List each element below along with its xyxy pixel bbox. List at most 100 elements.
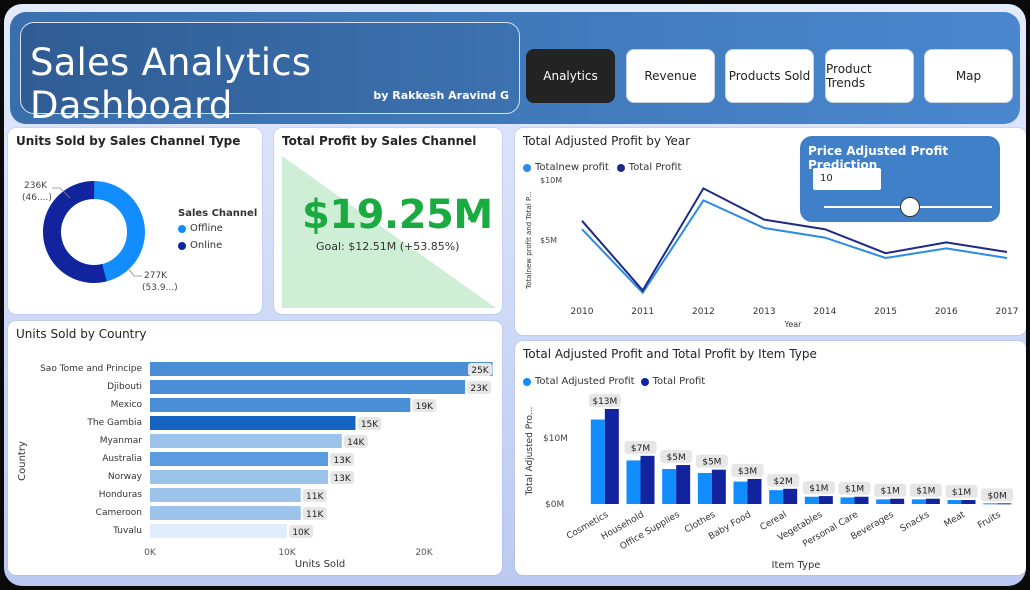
country-bar[interactable] xyxy=(150,362,493,376)
country-bar[interactable] xyxy=(150,416,356,430)
check-icon: ✓ xyxy=(466,210,477,224)
item-bar-chart: Total Adjusted Pro... Item Type $10M $0M $… xyxy=(525,393,1014,571)
item-y-axis-label: Total Adjusted Pro... xyxy=(525,407,535,497)
country-x-tick: 20K xyxy=(415,548,433,558)
year-x-tick: 2012 xyxy=(692,307,715,317)
adjusted-profit-bar[interactable] xyxy=(733,481,748,504)
country-bar[interactable] xyxy=(150,398,411,412)
online-pct-label: (53.9...) xyxy=(142,283,178,293)
year-x-tick: 2010 xyxy=(571,307,594,317)
year-x-tick: 2011 xyxy=(631,307,654,317)
item-value-label: $1M xyxy=(916,487,935,497)
total-profit-bar[interactable] xyxy=(818,496,833,504)
country-bar[interactable] xyxy=(150,506,301,520)
item-category-label: Snacks xyxy=(899,510,932,535)
nav-product-trends-button[interactable]: Product Trends xyxy=(825,49,914,103)
item-value-label: $13M xyxy=(592,397,617,407)
total-profit-bar[interactable] xyxy=(997,503,1012,505)
country-label: Australia xyxy=(102,454,142,464)
total-profit-bar[interactable] xyxy=(747,478,762,504)
legend-online[interactable]: Online xyxy=(178,240,257,251)
country-bar[interactable] xyxy=(150,380,466,394)
country-value-label: 15K xyxy=(361,420,379,430)
total-profit-bar[interactable] xyxy=(854,496,869,504)
item-value-label: $3M xyxy=(738,467,757,477)
item-value-label: $1M xyxy=(845,485,864,495)
year-x-tick: 2016 xyxy=(935,307,958,317)
total-profit-bar[interactable] xyxy=(604,408,619,504)
country-bar[interactable] xyxy=(150,524,287,538)
online-dot-icon xyxy=(178,241,186,250)
adjusted-profit-bar[interactable] xyxy=(840,497,855,504)
country-bar[interactable] xyxy=(150,470,329,484)
donut-legend-title: Sales Channel xyxy=(178,208,258,219)
adjusted-profit-bar[interactable] xyxy=(911,499,926,504)
year-y-tick: $10M xyxy=(540,176,562,185)
country-bar[interactable] xyxy=(150,452,329,466)
item-value-label: $5M xyxy=(702,458,721,468)
country-value-label: 13K xyxy=(333,456,351,466)
adjusted-profit-bar[interactable] xyxy=(662,469,677,504)
item-x-axis-label: Item Type xyxy=(772,560,821,571)
profit-by-year-card: Total Adjusted Profit by Year Totalnew p… xyxy=(515,128,1026,335)
nav-revenue-button[interactable]: Revenue xyxy=(626,49,715,103)
item-value-label: $7M xyxy=(631,444,650,454)
total-profit-bar[interactable] xyxy=(676,465,691,504)
country-bar-chart: Country Units Sold 0K 10K 20K Sao Tome and … xyxy=(17,362,493,570)
total-profit-bar[interactable] xyxy=(961,500,976,504)
prediction-input[interactable]: 10 xyxy=(813,168,881,190)
legend-offline[interactable]: Offline xyxy=(178,223,257,234)
prediction-slider-handle[interactable] xyxy=(900,197,920,217)
total-profit-bar[interactable] xyxy=(783,488,798,504)
nav-analytics-button[interactable]: Analytics xyxy=(526,49,615,103)
country-bar[interactable] xyxy=(150,488,301,502)
adjusted-profit-bar[interactable] xyxy=(947,500,962,504)
year-x-tick: 2013 xyxy=(753,307,776,317)
kpi-value: $19.25M xyxy=(302,192,493,238)
country-value-label: 23K xyxy=(470,384,488,394)
dashboard-subtitle: by Rakkesh Aravind G xyxy=(373,89,509,102)
item-value-label: $1M xyxy=(881,487,900,497)
nav-products-sold-button[interactable]: Products Sold xyxy=(725,49,814,103)
header-bar: Sales Analytics Dashboard by Rakkesh Ara… xyxy=(10,12,1020,127)
country-label: Tuvalu xyxy=(112,526,142,536)
adjusted-profit-bar[interactable] xyxy=(626,460,641,504)
kpi-goal-text: Goal: $12.51M (+53.85%) xyxy=(316,240,460,253)
country-label: Honduras xyxy=(99,490,143,500)
legend-offline-label: Offline xyxy=(190,223,223,234)
country-value-label: 19K xyxy=(416,402,434,412)
profit-by-item-card: Total Adjusted Profit and Total Profit b… xyxy=(515,341,1026,575)
adjusted-profit-bar[interactable] xyxy=(983,503,998,505)
offline-value-label: 236K xyxy=(24,181,48,191)
year-y-tick: $5M xyxy=(540,236,557,245)
country-y-axis-label: Country xyxy=(17,441,28,481)
adjusted-profit-bar[interactable] xyxy=(697,472,712,504)
country-x-tick: 10K xyxy=(278,548,296,558)
dashboard-title: Sales Analytics Dashboard xyxy=(30,41,312,127)
total-profit-bar[interactable] xyxy=(711,469,726,504)
total-profit-bar[interactable] xyxy=(925,498,940,504)
country-value-label: 25K xyxy=(471,366,489,376)
total-profit-bar[interactable] xyxy=(640,455,655,504)
dashboard-canvas: Sales Analytics Dashboard by Rakkesh Ara… xyxy=(4,4,1026,586)
country-value-label: 11K xyxy=(306,510,324,520)
item-value-label: $2M xyxy=(774,477,793,487)
prediction-panel: Price Adjusted Profit Prediction 10 xyxy=(800,136,1000,222)
country-bar[interactable] xyxy=(150,434,342,448)
item-category-label: Meat xyxy=(943,510,968,530)
adjusted-profit-bar[interactable] xyxy=(804,496,819,504)
country-label: The Gambia xyxy=(86,418,142,428)
nav-map-button[interactable]: Map xyxy=(924,49,1013,103)
country-value-label: 14K xyxy=(347,438,365,448)
total-profit-card: Total Profit by Sales Channel $19.25M ✓ … xyxy=(274,128,502,314)
item-value-label: $0M xyxy=(988,491,1007,501)
online-value-label: 277K xyxy=(144,271,168,281)
year-x-tick: 2014 xyxy=(813,307,836,317)
adjusted-profit-bar[interactable] xyxy=(769,490,784,504)
item-y-tick: $0M xyxy=(545,500,564,510)
total-profit-bar[interactable] xyxy=(890,498,905,504)
adjusted-profit-bar[interactable] xyxy=(876,499,891,504)
legend-online-label: Online xyxy=(190,240,223,251)
adjusted-profit-bar[interactable] xyxy=(590,419,605,504)
country-label: Djibouti xyxy=(107,382,142,392)
